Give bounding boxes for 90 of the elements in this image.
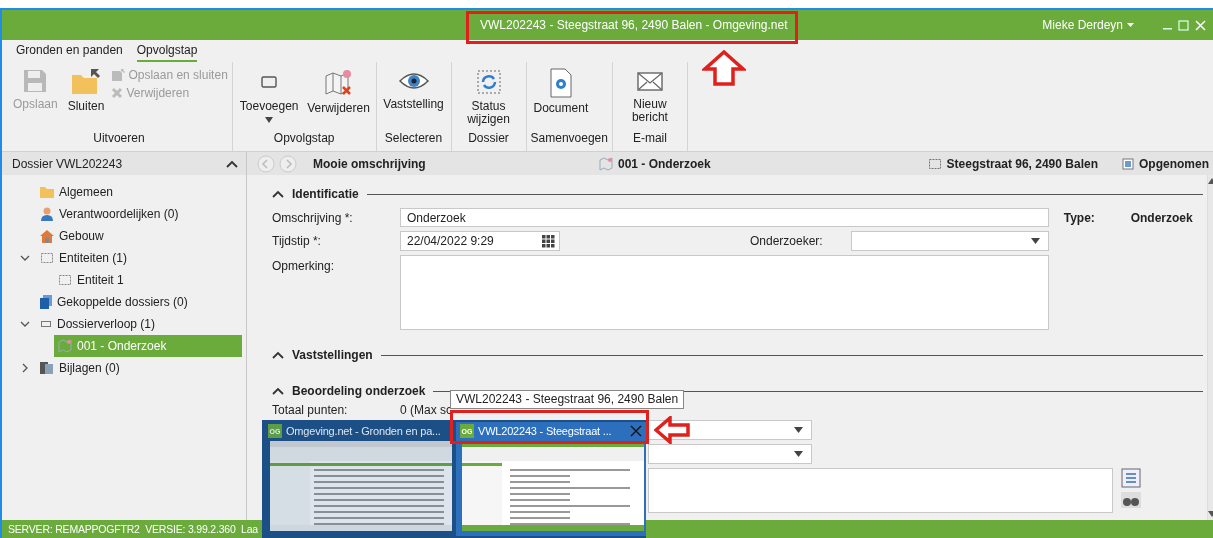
delete-icon xyxy=(111,87,124,99)
collapse-icon[interactable] xyxy=(272,351,284,359)
window-preview-title: VWL202243 - Steegstraat ... xyxy=(478,425,613,437)
ribbon-tab[interactable]: Opvolgstap xyxy=(136,43,198,62)
house-icon xyxy=(40,229,54,243)
entity-icon xyxy=(927,156,942,171)
calendar-icon[interactable] xyxy=(542,234,555,248)
dropdown-arrow-icon[interactable] xyxy=(794,451,803,457)
caret-icon xyxy=(265,117,274,123)
document-settings-icon xyxy=(547,68,574,98)
step-title: 001 - Onderzoek xyxy=(618,156,711,171)
folder-icon xyxy=(40,186,54,198)
description-field[interactable]: Onderzoek xyxy=(400,208,1049,227)
collapse-icon[interactable] xyxy=(272,387,284,395)
ribbon-button[interactable]: Document xyxy=(530,68,592,115)
tree-item[interactable]: Algemeen xyxy=(36,181,122,203)
left-arrow-icon xyxy=(654,416,690,444)
tree-item[interactable]: Bijlagen (0) xyxy=(36,357,128,379)
up-arrow-icon xyxy=(702,50,746,86)
ribbon-button[interactable]: Status wijzigen xyxy=(455,68,522,126)
group-label: Samenvoegen xyxy=(530,131,608,147)
caret-icon xyxy=(1127,23,1134,27)
tooltip: VWL202243 - Steegstraat 96, 2490 Balen xyxy=(450,390,685,409)
field-label: Totaal punten: xyxy=(272,403,349,417)
section-title: Beoordeling onderzoek xyxy=(292,384,426,398)
person-icon xyxy=(40,207,54,221)
ribbon-button[interactable]: Sluiten xyxy=(64,68,108,113)
maximize-icon xyxy=(1178,19,1189,31)
map-icon xyxy=(599,156,613,171)
ribbon-button[interactable]: Toevoegen xyxy=(236,68,302,123)
refresh-icon xyxy=(474,68,503,96)
group-label: Selecteren xyxy=(383,131,444,147)
documents-icon xyxy=(40,295,52,309)
tree-item[interactable]: Gebouw xyxy=(36,225,112,247)
status-icon xyxy=(1122,157,1134,170)
save-close-icon xyxy=(111,68,126,82)
list-icon[interactable] xyxy=(1121,468,1141,488)
status-label: Opgenomen xyxy=(1139,156,1209,171)
panel-title: Dossier VWL202243 xyxy=(12,156,123,171)
tree-item[interactable]: Entiteit 1 xyxy=(54,269,132,291)
close-icon[interactable] xyxy=(630,425,642,437)
type-value: Onderzoek xyxy=(1130,210,1193,225)
field-label: Opmerking: xyxy=(272,259,336,273)
tree-item[interactable]: Entiteiten (1) xyxy=(36,247,136,269)
close-icon xyxy=(1195,19,1206,31)
attachment-icon xyxy=(40,361,54,375)
collapse-icon[interactable] xyxy=(226,159,238,168)
group-label: Opvolgstap xyxy=(272,131,336,147)
field-label: Tijdstip *: xyxy=(272,234,322,248)
scroll-down-icon[interactable] xyxy=(1207,511,1213,517)
status-text: SERVER: REMAPPOGFTR2 VERSIE: 3.99.2.360 Laa xyxy=(8,523,258,535)
section-title: Vaststellingen xyxy=(292,348,373,362)
scroll-up-icon[interactable] xyxy=(1207,178,1213,184)
field-label: Omschrijving *: xyxy=(272,210,354,225)
field-label: Type: xyxy=(1063,210,1096,225)
remark-field[interactable] xyxy=(400,255,1049,330)
section-title: Identificatie xyxy=(292,187,359,201)
ribbon-button[interactable]: Vaststelling xyxy=(380,68,447,111)
tree-item[interactable]: Dossierverloop (1) xyxy=(36,313,164,335)
close-button[interactable] xyxy=(1192,19,1209,31)
chevron-right-icon xyxy=(20,363,30,373)
rectangle-icon xyxy=(40,319,52,329)
chevron-down-icon xyxy=(20,319,30,329)
tree-item[interactable]: Verantwoordelijken (0) xyxy=(36,203,187,225)
dropdown-arrow-icon[interactable] xyxy=(794,427,803,433)
group-label: Dossier xyxy=(467,131,510,147)
binoculars-icon[interactable] xyxy=(1121,492,1141,508)
collapse-icon[interactable] xyxy=(272,190,284,198)
field-label: Onderzoeker: xyxy=(750,234,824,248)
dropdown-arrow-icon[interactable] xyxy=(1030,238,1040,244)
ribbon-tab[interactable]: Gronden en panden xyxy=(16,43,123,62)
ribbon-button[interactable]: Verwijderen xyxy=(305,68,372,115)
entity-icon xyxy=(58,273,72,287)
address: Steegstraat 96, 2490 Balen xyxy=(946,156,1098,171)
window-preview-title: Omgeving.net - Gronden en pa... xyxy=(286,425,442,437)
map-icon xyxy=(58,339,72,353)
dropdown-field[interactable] xyxy=(648,444,812,464)
minimize-icon xyxy=(1163,27,1172,30)
date-field[interactable]: 22/04/2022 9:29 xyxy=(400,231,560,251)
window-title: VWL202243 - Steegstraat 96, 2490 Balen - Omgeving.net xyxy=(480,18,788,32)
tree-item[interactable]: Gekoppelde dossiers (0) xyxy=(36,291,196,313)
record-title: Mooie omschrijving xyxy=(313,156,427,171)
ribbon-button[interactable]: Nieuw bericht xyxy=(616,68,683,124)
chevron-down-icon xyxy=(20,253,30,263)
save-icon xyxy=(22,68,49,94)
group-label: Uitvoeren xyxy=(92,131,146,147)
entity-icon xyxy=(40,251,54,265)
group-label: E-mail xyxy=(631,131,668,147)
folder-icon xyxy=(71,68,102,96)
scrollbar[interactable] xyxy=(1206,175,1213,520)
